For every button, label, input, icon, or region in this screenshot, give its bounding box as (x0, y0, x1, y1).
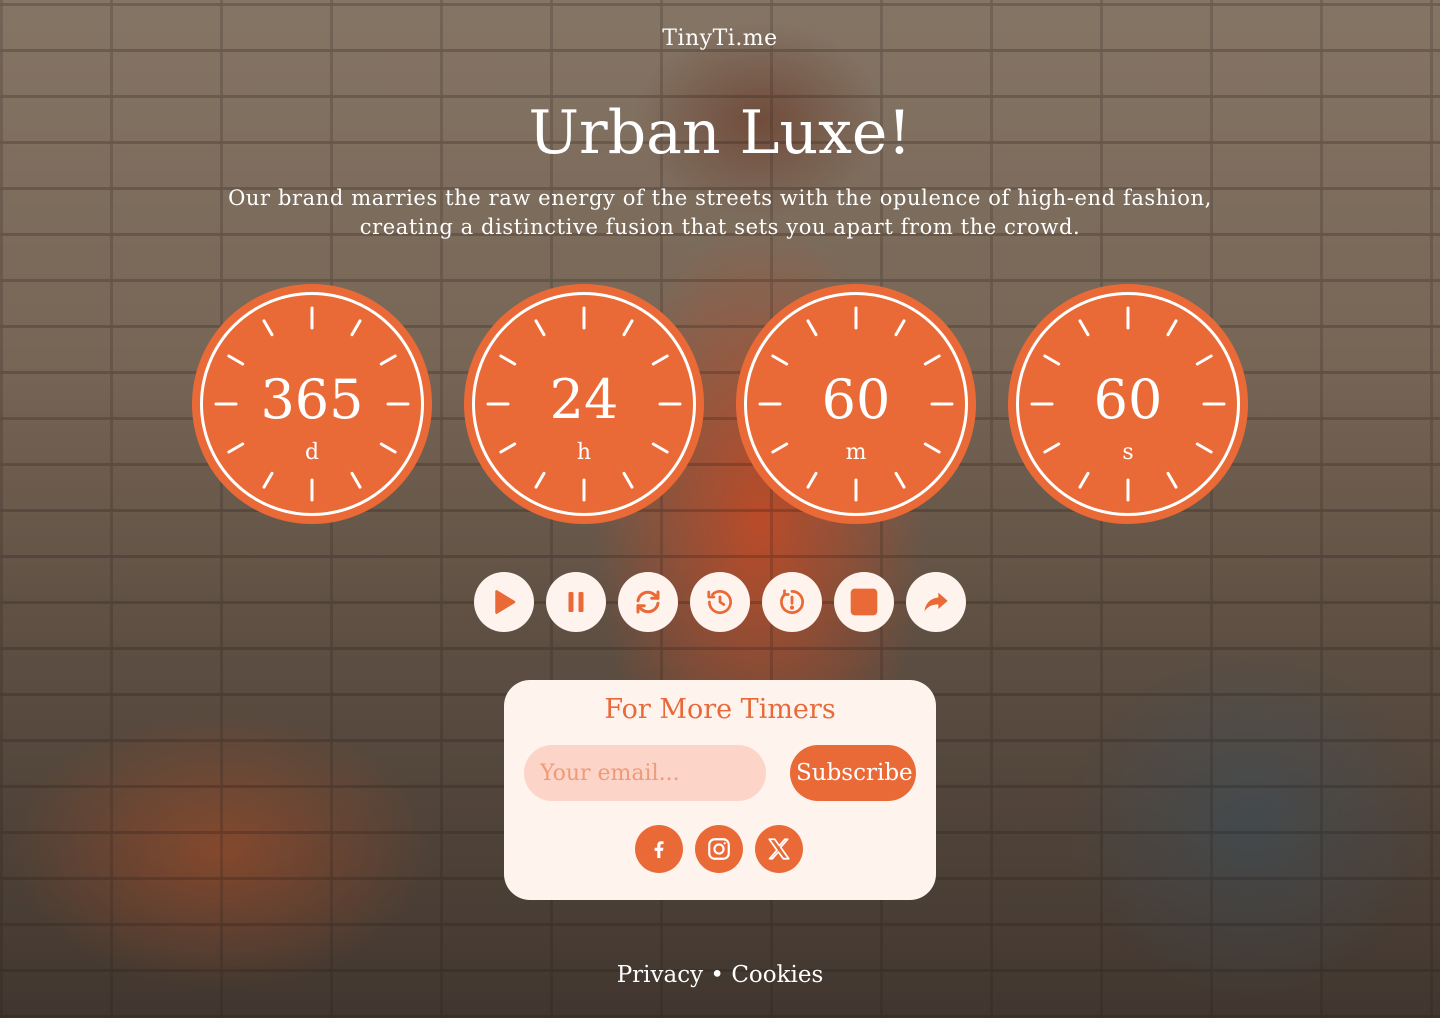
timer-reset-icon (780, 589, 804, 614)
social-links (635, 825, 803, 873)
dial-tick (651, 354, 669, 366)
history-button[interactable] (690, 572, 750, 632)
dial-tick (806, 471, 818, 489)
dial-tick (1043, 354, 1061, 366)
timer-minutes-unit: m (845, 440, 867, 465)
timer-hours-value: 24 (549, 368, 619, 431)
dial-tick (1166, 319, 1178, 337)
x-link[interactable] (755, 825, 803, 873)
dial-tick (350, 319, 362, 337)
page-title: Urban Luxe! (528, 98, 912, 168)
timer-seconds-unit: s (1122, 440, 1134, 465)
timer-days-value: 365 (260, 368, 364, 431)
dial-tick (923, 354, 941, 366)
timer-dial-seconds: 60 s (1008, 284, 1248, 524)
timer-controls (474, 572, 966, 632)
share-icon (924, 592, 948, 612)
dial-tick (379, 354, 397, 366)
dial-tick (1166, 471, 1178, 489)
pause-icon (568, 592, 584, 612)
timer-dial-minutes: 60 m (736, 284, 976, 524)
dial-tick (806, 319, 818, 337)
dial-tick (1078, 319, 1090, 337)
refresh-icon (636, 590, 660, 614)
privacy-link[interactable]: Privacy (617, 962, 703, 988)
share-button[interactable] (906, 572, 966, 632)
stop-icon (850, 588, 878, 616)
dial-tick (227, 354, 245, 366)
timer-hours-unit: h (576, 440, 592, 465)
timer-reset-button[interactable] (762, 572, 822, 632)
dial-tick (894, 471, 906, 489)
cookies-link[interactable]: Cookies (731, 962, 823, 988)
dial-tick (771, 354, 789, 366)
page-description: Our brand marries the raw energy of the … (228, 186, 1212, 239)
dial-tick (622, 471, 634, 489)
dial-tick (534, 319, 546, 337)
instagram-icon (708, 838, 730, 860)
dial-tick (894, 319, 906, 337)
dial-tick (1195, 354, 1213, 366)
email-input[interactable] (524, 745, 766, 801)
refresh-button[interactable] (618, 572, 678, 632)
subscribe-card-title: For More Timers (604, 694, 836, 725)
subscribe-card: For More Timers Subscribe (504, 680, 936, 900)
dial-tick (622, 319, 634, 337)
dial-tick (262, 319, 274, 337)
instagram-link[interactable] (695, 825, 743, 873)
timer-seconds-value: 60 (1093, 368, 1163, 431)
play-button[interactable] (474, 572, 534, 632)
timer-dial-hours: 24 h (464, 284, 704, 524)
subscribe-button[interactable]: Subscribe (790, 745, 916, 801)
pause-button[interactable] (546, 572, 606, 632)
footer: Privacy • Cookies (0, 962, 1440, 988)
timer-dial-days: 365 d (192, 284, 432, 524)
dial-tick (534, 471, 546, 489)
timer-days-unit: d (304, 440, 320, 465)
dial-tick (350, 471, 362, 489)
dial-tick (262, 471, 274, 489)
x-icon (768, 838, 790, 860)
stop-button[interactable] (834, 572, 894, 632)
facebook-icon (654, 841, 664, 859)
brand-logo[interactable]: TinyTi.me (0, 26, 1440, 51)
footer-separator: • (710, 962, 724, 988)
play-icon (495, 590, 516, 614)
dial-tick (499, 354, 517, 366)
timer-minutes-value: 60 (821, 368, 891, 431)
history-icon (707, 590, 732, 614)
dial-tick (1078, 471, 1090, 489)
facebook-link[interactable] (635, 825, 683, 873)
